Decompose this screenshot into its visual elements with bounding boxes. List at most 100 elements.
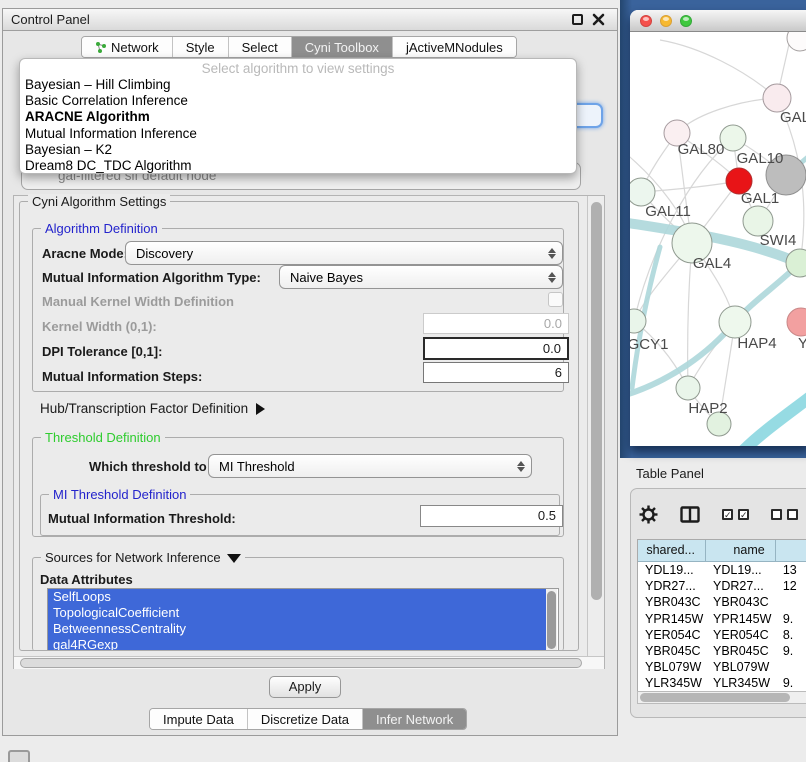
data-attributes-label: Data Attributes [40,572,133,588]
expander-down-icon [227,554,241,563]
aracne-mode-combo[interactable]: Discovery [125,241,563,265]
tab-cyni-toolbox[interactable]: Cyni Toolbox [292,37,393,57]
attribute-betweennesscentrality[interactable]: BetweennessCentrality [48,621,546,637]
table-row[interactable]: YBR043CYBR043C [638,594,806,610]
node-corner[interactable] [787,32,806,51]
algorithm-option-bayesian-hill-climbing[interactable]: Bayesian – Hill Climbing [20,77,576,93]
node-gal11[interactable] [630,178,655,206]
attribute-list-scrollbar[interactable] [546,589,557,650]
node-gal-top[interactable] [763,84,791,112]
close-traffic-light-icon[interactable] [640,15,652,27]
network-window-titlebar[interactable] [630,10,806,32]
sources-group-title[interactable]: Sources for Network Inference [41,550,245,565]
node-label: Y [798,335,806,352]
attribute-list-scrollbar-thumb[interactable] [547,591,556,649]
tab-discretize-data[interactable]: Discretize Data [248,709,363,729]
checked-box-icon: ✓ [738,509,749,520]
settings-horizontal-scrollbar[interactable] [14,656,604,669]
hub-definition-expander[interactable]: Hub/Transcription Factor Definition [40,401,265,417]
attribute-topologicalcoefficient[interactable]: TopologicalCoefficient [48,605,546,621]
column-header-partial[interactable] [776,540,806,562]
algorithm-option-dream8[interactable]: Dream8 DC_TDC Algorithm [20,158,576,174]
table-row[interactable]: YBL079WYBL079W [638,659,806,675]
table-row[interactable]: YDR27...YDR27...12 [638,578,806,594]
cell-shared-name: YLR345W [638,675,706,691]
tab-infer-network-label: Infer Network [376,712,453,727]
column-header-shared-name[interactable]: shared... [638,540,706,562]
cell-name: YDL19... [706,562,776,578]
network-canvas[interactable]: GAL GAL80 GAL10 GAL1 GAL11 SWI4 GAL4 GCY… [630,32,806,446]
cell-shared-name: YBR043C [638,594,706,610]
aracne-mode-value: Discovery [126,246,546,261]
node-label: GAL4 [693,255,731,272]
tab-infer-network[interactable]: Infer Network [363,709,466,729]
kernel-width-field[interactable]: 0.0 [423,313,569,334]
hide-columns-icon[interactable] [771,509,798,520]
cell-value: 12 [776,578,806,594]
aracne-mode-label: Aracne Mode: [42,246,128,262]
table-row[interactable]: YPR145WYPR145W9. [638,611,806,627]
mi-steps-field[interactable]: 6 [423,362,569,383]
table-horizontal-scrollbar[interactable] [637,691,806,704]
tab-impute-data[interactable]: Impute Data [150,709,248,729]
network-icon [95,41,107,53]
mi-algorithm-type-combo[interactable]: Naive Bayes [279,265,563,289]
apply-button[interactable]: Apply [269,676,341,698]
gear-icon[interactable] [639,505,658,524]
table-hscrollbar-thumb[interactable] [640,693,790,702]
which-threshold-value: MI Threshold [209,459,515,474]
float-window-icon[interactable] [572,14,583,25]
algorithm-definition-title: Algorithm Definition [41,221,162,236]
network-view-window[interactable]: GAL GAL80 GAL10 GAL1 GAL11 SWI4 GAL4 GCY… [630,10,806,446]
threshold-definition-title: Threshold Definition [41,430,165,445]
control-panel-titlebar[interactable]: Control Panel [3,9,617,31]
settings-vertical-scrollbar[interactable] [587,196,604,656]
mi-algorithm-type-value: Naive Bayes [280,270,546,285]
tab-style[interactable]: Style [173,37,229,57]
columns-icon[interactable] [680,506,700,523]
dpi-tolerance-field[interactable]: 0.0 [423,337,569,360]
attribute-gal4rgexp[interactable]: gal4RGexp [48,637,546,650]
attribute-selfloops[interactable]: SelfLoops [48,589,546,605]
which-threshold-combo[interactable]: MI Threshold [208,454,532,478]
column-header-name[interactable]: name [706,540,776,562]
show-checked-columns-icon[interactable]: ✓ ✓ [722,509,749,520]
settings-hscrollbar-thumb[interactable] [20,658,582,668]
table-row[interactable]: YLR345WYLR345W9. [638,675,806,691]
cell-value: 9. [776,675,806,691]
minimize-traffic-light-icon[interactable] [660,15,672,27]
dock-panel-icon[interactable] [8,750,30,762]
close-icon[interactable] [592,13,605,26]
node-hap4[interactable] [719,306,751,338]
control-panel-tabbar: Network Style Select Cyni Toolbox jActiv… [81,36,517,58]
mi-threshold-field[interactable]: 0.5 [420,505,563,527]
node-label: GAL11 [645,203,691,220]
tab-jactivemnodules[interactable]: jActiveMNodules [393,37,516,57]
table-row[interactable]: YDL19...YDL19...13 [638,562,806,578]
settings-scrollpane: Cyni Algorithm Settings Algorithm Defini… [13,195,605,669]
tab-select[interactable]: Select [229,37,292,57]
algorithm-option-mutual-information[interactable]: Mutual Information Inference [20,126,576,142]
algorithm-option-bayesian-k2[interactable]: Bayesian – K2 [20,142,576,158]
manual-kernel-width-checkbox[interactable] [548,292,563,307]
table-row[interactable]: YER054CYER054C8. [638,627,806,643]
zoom-traffic-light-icon[interactable] [680,15,692,27]
application-root: Control Panel Network Style Select Cyni … [0,0,806,762]
control-panel-window: Control Panel Network Style Select Cyni … [2,8,618,736]
cell-name: YPR145W [706,611,776,627]
algorithm-option-aracne[interactable]: ARACNE Algorithm [20,109,576,125]
node-salmon[interactable] [787,308,806,336]
cell-shared-name: YDL19... [638,562,706,578]
node-table: shared... name YDL19...YDL19...13 YDR27.… [637,539,806,691]
table-row[interactable]: YBR045CYBR045C9. [638,643,806,659]
cell-shared-name: YBR045C [638,643,706,659]
settings-vscrollbar-thumb[interactable] [591,202,602,600]
algorithm-option-basic-correlation[interactable]: Basic Correlation Inference [20,93,576,109]
tab-network[interactable]: Network [82,37,173,57]
node-label: GAL [780,109,806,126]
tab-network-label: Network [111,40,159,55]
node-hap2[interactable] [676,376,700,400]
stepper-arrows-icon [546,248,562,259]
table-body: YDL19...YDL19...13 YDR27...YDR27...12 YB… [638,562,806,691]
node-label: GAL10 [737,150,784,167]
